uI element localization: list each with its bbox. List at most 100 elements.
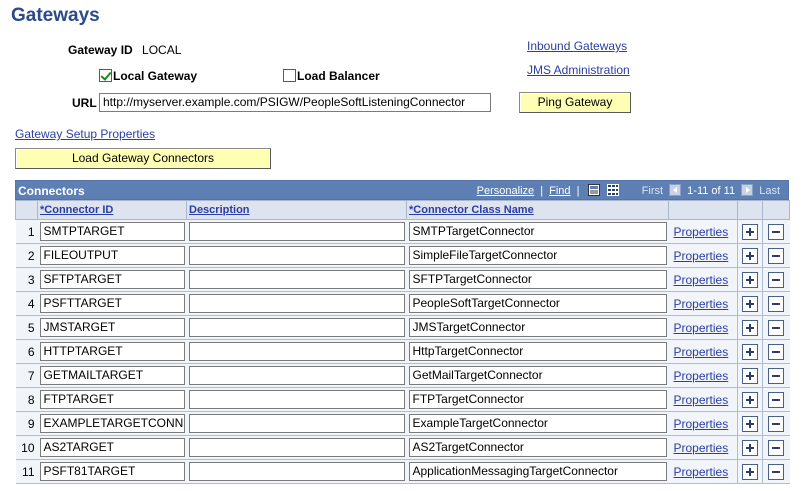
connector-id-header[interactable]: *Connector ID	[37, 200, 187, 220]
connector-id-input[interactable]: HTTPTARGET	[39, 342, 185, 361]
add-row-icon[interactable]	[742, 367, 758, 384]
personalize-link[interactable]: Personalize	[477, 185, 534, 197]
connector-id-input[interactable]: FTPTARGET	[39, 390, 185, 409]
description-input[interactable]	[188, 294, 405, 313]
description-input[interactable]	[188, 366, 405, 385]
add-row-icon[interactable]	[742, 343, 758, 360]
local-gateway-option[interactable]: Local Gateway	[99, 69, 197, 83]
download-grid-icon[interactable]	[606, 184, 619, 196]
row-number-header	[15, 200, 38, 220]
properties-link[interactable]: Properties	[674, 273, 729, 287]
delete-row-icon[interactable]	[768, 295, 785, 312]
delete-row-icon[interactable]	[768, 439, 785, 456]
properties-cell: Properties	[668, 339, 738, 364]
gateway-setup-properties-link[interactable]: Gateway Setup Properties	[15, 127, 155, 141]
connector-class-input[interactable]: SFTPTargetConnector	[408, 270, 667, 289]
connector-class-input[interactable]: GetMailTargetConnector	[408, 366, 667, 385]
description-input[interactable]	[188, 270, 405, 289]
delete-row-icon[interactable]	[768, 343, 785, 360]
connector-class-input[interactable]: ExampleTargetConnector	[408, 414, 667, 433]
connector-id-input[interactable]: GETMAILTARGET	[39, 366, 185, 385]
description-input[interactable]	[188, 222, 405, 241]
delete-row-icon[interactable]	[768, 271, 785, 288]
add-cell	[737, 267, 763, 292]
properties-link[interactable]: Properties	[674, 297, 729, 311]
view-all-icon[interactable]	[587, 184, 600, 196]
jms-administration-link[interactable]: JMS Administration	[527, 63, 630, 77]
description-cell	[186, 363, 407, 388]
delete-row-icon[interactable]	[768, 247, 785, 264]
connector-class-header[interactable]: *Connector Class Name	[406, 200, 669, 220]
properties-link[interactable]: Properties	[674, 441, 729, 455]
connector-class-input[interactable]: ApplicationMessagingTargetConnector	[408, 462, 667, 481]
add-row-icon[interactable]	[742, 439, 758, 456]
delete-row-icon[interactable]	[768, 367, 785, 384]
connector-class-input[interactable]: HttpTargetConnector	[408, 342, 667, 361]
connector-class-input[interactable]: SimpleFileTargetConnector	[408, 246, 667, 265]
connector-id-input[interactable]: AS2TARGET	[39, 438, 185, 457]
connector-class-input[interactable]: JMSTargetConnector	[408, 318, 667, 337]
description-cell	[186, 267, 407, 292]
description-input[interactable]	[188, 390, 405, 409]
properties-cell: Properties	[668, 291, 738, 316]
url-input[interactable]: http://myserver.example.com/PSIGW/People…	[99, 93, 491, 112]
inbound-gateways-link[interactable]: Inbound Gateways	[527, 39, 627, 53]
connector-id-input[interactable]: JMSTARGET	[39, 318, 185, 337]
delete-row-icon[interactable]	[768, 391, 785, 408]
find-link[interactable]: Find	[549, 185, 570, 197]
add-row-icon[interactable]	[742, 391, 758, 408]
properties-link[interactable]: Properties	[674, 321, 729, 335]
properties-link[interactable]: Properties	[674, 225, 729, 239]
delete-row-icon[interactable]	[768, 319, 785, 336]
description-header[interactable]: Description	[186, 200, 407, 220]
add-row-icon[interactable]	[742, 223, 758, 240]
properties-link[interactable]: Properties	[674, 249, 729, 263]
add-row-icon[interactable]	[742, 247, 758, 264]
connector-class-input[interactable]: AS2TargetConnector	[408, 438, 667, 457]
properties-link[interactable]: Properties	[674, 369, 729, 383]
load-balancer-label: Load Balancer	[297, 69, 380, 83]
add-row-icon[interactable]	[742, 295, 758, 312]
connectors-grid: Connectors Personalize | Find | First 1-…	[15, 180, 790, 484]
properties-link[interactable]: Properties	[674, 417, 729, 431]
connector-class-input[interactable]: FTPTargetConnector	[408, 390, 667, 409]
connector-id-input[interactable]: SMTPTARGET	[39, 222, 185, 241]
load-balancer-checkbox[interactable]	[283, 69, 296, 82]
table-row: 6 HTTPTARGET HttpTargetConnector Properties	[15, 339, 790, 364]
local-gateway-checkbox[interactable]	[99, 69, 112, 82]
connector-class-input[interactable]: SMTPTargetConnector	[408, 222, 667, 241]
load-gateway-connectors-button[interactable]: Load Gateway Connectors	[15, 148, 271, 169]
properties-link[interactable]: Properties	[674, 465, 729, 479]
properties-link[interactable]: Properties	[674, 393, 729, 407]
add-cell	[737, 387, 763, 412]
delete-row-icon[interactable]	[768, 223, 785, 240]
add-row-icon[interactable]	[742, 415, 758, 432]
connector-class-input[interactable]: PeopleSoftTargetConnector	[408, 294, 667, 313]
delete-row-icon[interactable]	[768, 463, 785, 480]
add-row-icon[interactable]	[742, 271, 758, 288]
description-input[interactable]	[188, 414, 405, 433]
connector-id-input[interactable]: EXAMPLETARGETCONNE	[39, 414, 185, 433]
description-input[interactable]	[188, 438, 405, 457]
description-cell	[186, 459, 407, 484]
description-input[interactable]	[188, 342, 405, 361]
connector-id-input[interactable]: PSFTTARGET	[39, 294, 185, 313]
properties-cell: Properties	[668, 387, 738, 412]
properties-link[interactable]: Properties	[674, 345, 729, 359]
connector-id-input[interactable]: PSFT81TARGET	[39, 462, 185, 481]
load-balancer-option[interactable]: Load Balancer	[283, 69, 380, 83]
delete-row-icon[interactable]	[768, 415, 785, 432]
description-input[interactable]	[188, 462, 405, 481]
connector-id-input[interactable]: FILEOUTPUT	[39, 246, 185, 265]
description-input[interactable]	[188, 318, 405, 337]
description-input[interactable]	[188, 246, 405, 265]
description-cell	[186, 243, 407, 268]
add-row-icon[interactable]	[742, 319, 758, 336]
page-title: Gateways	[11, 5, 100, 26]
ping-gateway-button[interactable]: Ping Gateway	[519, 92, 631, 113]
connector-id-input[interactable]: SFTPTARGET	[39, 270, 185, 289]
connector-id-cell: AS2TARGET	[37, 435, 187, 460]
table-row: 8 FTPTARGET FTPTargetConnector Properties	[15, 387, 790, 412]
add-row-icon[interactable]	[742, 463, 758, 480]
delete-cell	[762, 315, 790, 340]
